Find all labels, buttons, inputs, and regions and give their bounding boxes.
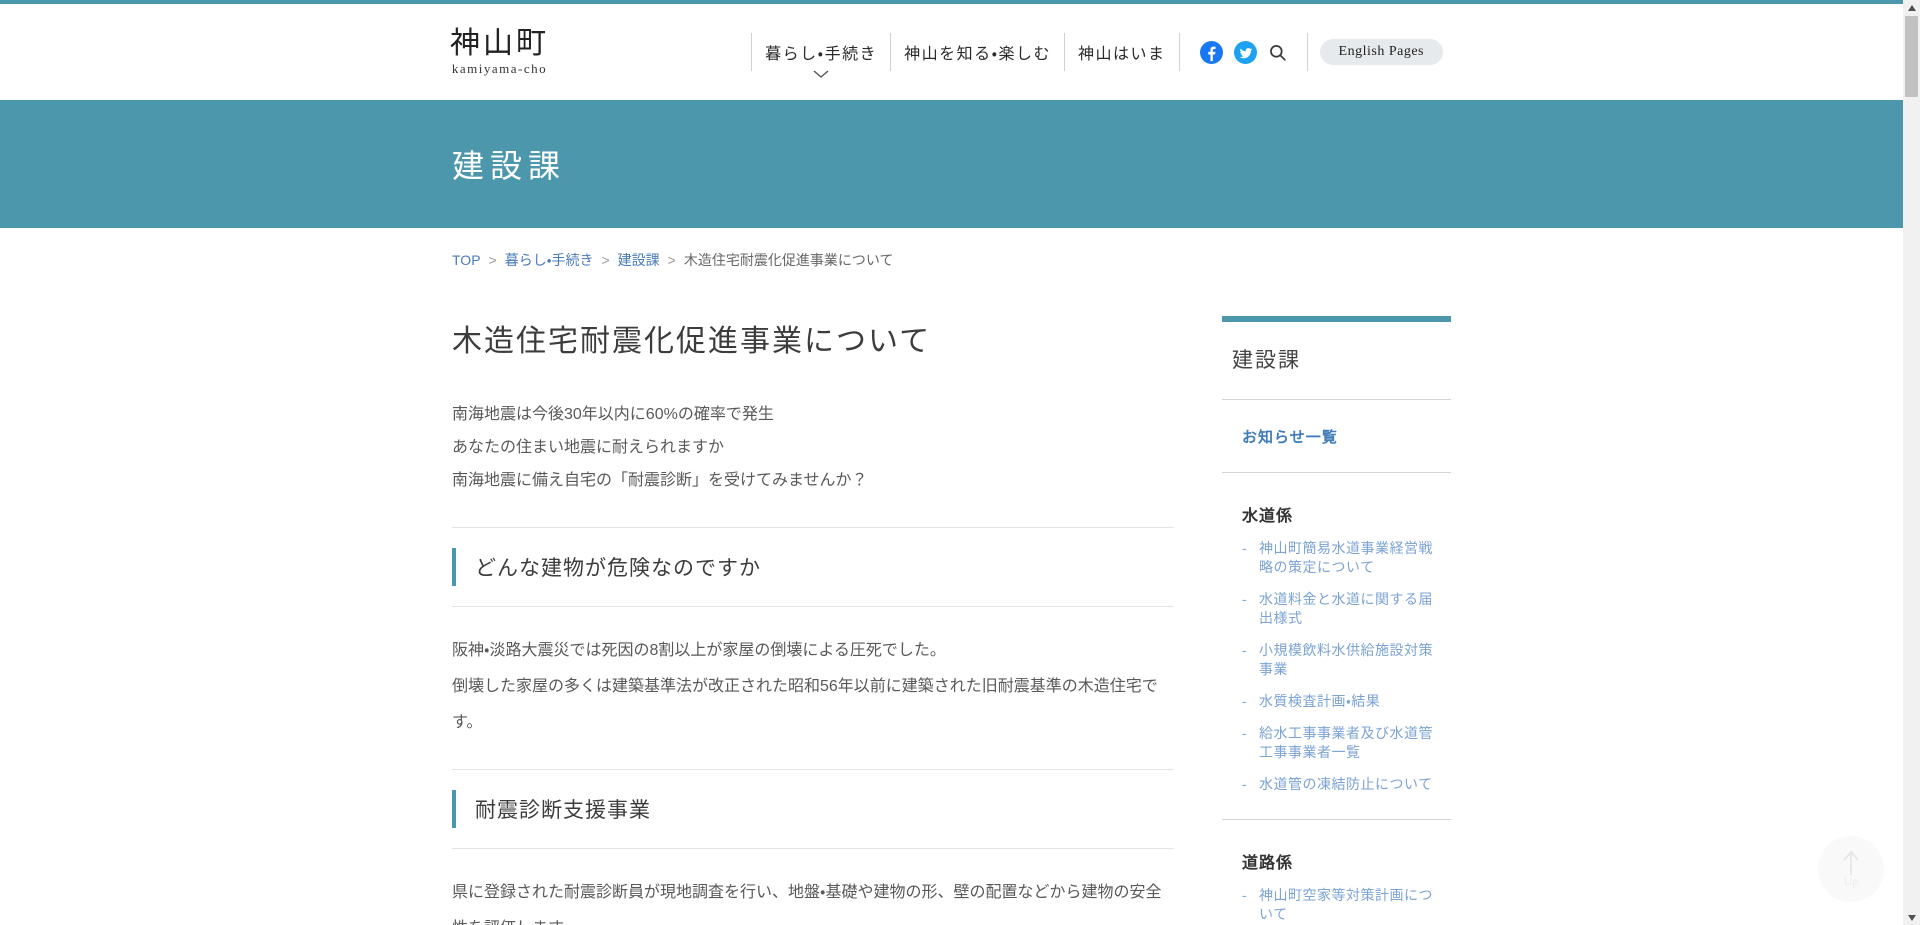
sidebar-title: 建設課 xyxy=(1232,344,1451,374)
nav-divider xyxy=(1307,33,1308,71)
breadcrumb-link-top[interactable]: TOP xyxy=(452,252,481,268)
sidebar-link[interactable]: 水道管の凍結防止について xyxy=(1259,775,1437,794)
section-divider xyxy=(452,848,1174,849)
site-header: 神山町 kamiyama-cho 暮らし・手続き 神山を知る・楽しむ 神山はいま xyxy=(0,4,1903,100)
sidebar-link[interactable]: 神山町空家等対策計画について xyxy=(1259,886,1437,924)
section-heading-text: 耐震診断支援事業 xyxy=(475,794,651,824)
sidebar-link[interactable]: 水道料金と水道に関する届出様式 xyxy=(1259,590,1437,628)
sidebar-link-list: - 神山町空家等対策計画について xyxy=(1242,886,1451,924)
section-paragraph: 阪神・淡路大震災では死因の8割以上が家屋の倒壊による圧死でした。 倒壊した家屋の… xyxy=(452,633,1174,741)
page-title: 木造住宅耐震化促進事業について xyxy=(452,316,1174,360)
page-banner: 建設課 xyxy=(0,100,1903,228)
sidebar-divider xyxy=(1222,472,1451,473)
english-pages-button[interactable]: English Pages xyxy=(1320,39,1443,65)
paragraph-line: 倒壊した家屋の多くは建築基準法が改正された昭和56年以前に建築された旧耐震基準の… xyxy=(452,669,1174,741)
paragraph-line: 阪神・淡路大震災では死因の8割以上が家屋の倒壊による圧死でした。 xyxy=(452,633,1174,669)
search-icon[interactable] xyxy=(1268,43,1287,62)
list-item: - 水道料金と水道に関する届出様式 xyxy=(1242,590,1451,628)
main-nav: 暮らし・手続き 神山を知る・楽しむ 神山はいま xyxy=(751,4,1443,100)
intro-line: 南海地震に備え自宅の「耐震診断」を受けてみませんか？ xyxy=(452,464,1174,497)
scrollbar-thumb[interactable] xyxy=(1905,16,1918,97)
sidebar-link-list: - 神山町簡易水道事業経営戦略の策定について - 水道料金と水道に関する届出様式… xyxy=(1242,539,1451,794)
breadcrumb-separator: > xyxy=(668,252,676,268)
intro-paragraph: 南海地震は今後30年以内に60%の確率で発生 あなたの住まい地震に耐えられますか… xyxy=(452,398,1174,497)
site-logo-title: 神山町 xyxy=(450,27,549,60)
link-bullet: - xyxy=(1242,692,1259,711)
up-button-label: Up xyxy=(1844,874,1859,889)
banner-title: 建設課 xyxy=(452,141,566,187)
twitter-icon[interactable] xyxy=(1234,41,1257,64)
sidebar-link[interactable]: 水質検査計画・結果 xyxy=(1259,692,1437,711)
breadcrumb-separator: > xyxy=(489,252,497,268)
list-item: - 小規模飲料水供給施設対策事業 xyxy=(1242,641,1451,679)
section-heading-danger: どんな建物が危険なのですか xyxy=(452,528,1174,606)
link-bullet: - xyxy=(1242,886,1259,924)
breadcrumb-separator: > xyxy=(601,252,609,268)
nav-item-kamiyama-ima[interactable]: 神山はいま xyxy=(1065,40,1179,64)
section-heading-text: どんな建物が危険なのですか xyxy=(475,552,761,582)
paragraph-line: 県に登録された耐震診断員が現地調査を行い、地盤・基礎や建物の形、壁の配置などから… xyxy=(452,875,1174,925)
up-arrow-icon xyxy=(1840,850,1862,876)
list-item: - 神山町空家等対策計画について xyxy=(1242,886,1451,924)
sidebar-link[interactable]: 神山町簡易水道事業経営戦略の策定について xyxy=(1259,539,1437,577)
nav-item-kurashi[interactable]: 暮らし・手続き xyxy=(752,40,890,64)
breadcrumb-link-kensetsuka[interactable]: 建設課 xyxy=(618,250,660,270)
nav-item-label: 神山を知る・楽しむ xyxy=(904,46,1051,63)
site-logo-subtitle: kamiyama-cho xyxy=(450,61,549,77)
nav-item-label: 神山はいま xyxy=(1078,46,1166,63)
link-bullet: - xyxy=(1242,775,1259,794)
sidebar-notice-link[interactable]: お知らせ一覧 xyxy=(1242,426,1451,447)
sidebar-section-suido: 水道係 xyxy=(1242,502,1451,526)
sidebar-divider xyxy=(1222,819,1451,820)
scrollbar-up-arrow[interactable] xyxy=(1903,0,1920,15)
scroll-to-top-button[interactable]: Up xyxy=(1818,836,1884,902)
section-heading-shindan: 耐震診断支援事業 xyxy=(452,770,1174,848)
scrollbar[interactable] xyxy=(1903,0,1920,925)
section-accent-bar xyxy=(452,790,456,828)
section-divider xyxy=(452,606,1174,607)
section-accent-bar xyxy=(452,548,456,586)
link-bullet: - xyxy=(1242,724,1259,762)
header-icon-row xyxy=(1180,41,1307,64)
sidebar-accent-bar xyxy=(1222,316,1451,322)
nav-item-shiru-tanoshimu[interactable]: 神山を知る・楽しむ xyxy=(891,40,1064,64)
site-logo[interactable]: 神山町 kamiyama-cho xyxy=(450,27,549,77)
intro-line: 南海地震は今後30年以内に60%の確率で発生 xyxy=(452,398,1174,431)
facebook-icon[interactable] xyxy=(1200,41,1223,64)
breadcrumb: TOP > 暮らし・手続き > 建設課 > 木造住宅耐震化促進事業について xyxy=(452,250,1903,270)
nav-item-label: 暮らし・手続き xyxy=(765,46,877,63)
page: 神山町 kamiyama-cho 暮らし・手続き 神山を知る・楽しむ 神山はいま xyxy=(0,0,1903,925)
section-paragraph: 県に登録された耐震診断員が現地調査を行い、地盤・基礎や建物の形、壁の配置などから… xyxy=(452,875,1174,925)
breadcrumb-link-kurashi[interactable]: 暮らし・手続き xyxy=(505,250,594,270)
intro-line: あなたの住まい地震に耐えられますか xyxy=(452,431,1174,464)
scrollbar-down-arrow[interactable] xyxy=(1903,910,1920,925)
main-content: 木造住宅耐震化促進事業について 南海地震は今後30年以内に60%の確率で発生 あ… xyxy=(452,270,1174,925)
list-item: - 水道管の凍結防止について xyxy=(1242,775,1451,794)
link-bullet: - xyxy=(1242,641,1259,679)
list-item: - 水質検査計画・結果 xyxy=(1242,692,1451,711)
sidebar-section-doro: 道路係 xyxy=(1242,849,1451,873)
list-item: - 給水工事事業者及び水道管工事事業者一覧 xyxy=(1242,724,1451,762)
link-bullet: - xyxy=(1242,539,1259,577)
sidebar-link[interactable]: 給水工事事業者及び水道管工事事業者一覧 xyxy=(1259,724,1437,762)
sidebar-divider xyxy=(1222,399,1451,400)
chevron-down-icon xyxy=(813,70,829,78)
sidebar-link[interactable]: 小規模飲料水供給施設対策事業 xyxy=(1259,641,1437,679)
link-bullet: - xyxy=(1242,590,1259,628)
list-item: - 神山町簡易水道事業経営戦略の策定について xyxy=(1242,539,1451,577)
breadcrumb-current: 木造住宅耐震化促進事業について xyxy=(684,250,894,270)
sidebar: 建設課 お知らせ一覧 水道係 - 神山町簡易水道事業経営戦略の策定について - … xyxy=(1222,316,1451,925)
